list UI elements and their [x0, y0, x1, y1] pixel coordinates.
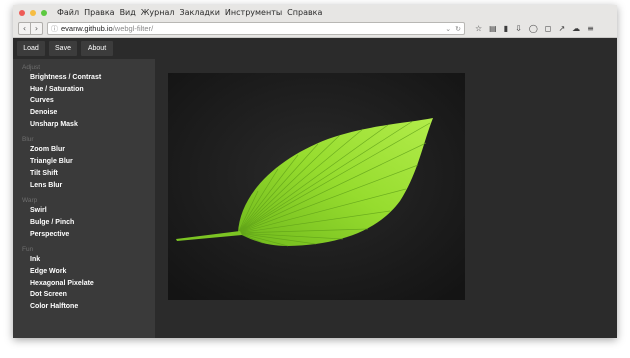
browser-window: Файл Правка Вид Журнал Закладки Инструме… [13, 5, 617, 338]
history-buttons: ‹ › [18, 22, 43, 35]
category-blur: Blur Zoom Blur Triangle Blur Tilt Shift … [13, 135, 155, 191]
window-controls [19, 9, 47, 16]
category-label: Blur [22, 136, 34, 144]
filter-color-halftone[interactable]: Color Halftone [30, 301, 155, 313]
filter-swirl[interactable]: Swirl [30, 205, 155, 217]
category-label: Fun [22, 246, 34, 254]
page-info-icon[interactable]: ⓘ [51, 24, 58, 34]
filter-lens-blur[interactable]: Lens Blur [30, 180, 155, 192]
url-path: /webgl-filter/ [112, 24, 154, 33]
filter-ink[interactable]: Ink [30, 254, 155, 266]
navigation-toolbar: ‹ › ⓘ evanw.github.io/webgl-filter/ ⌄ ↻ … [13, 20, 617, 38]
menu-tools[interactable]: Инструменты [225, 8, 282, 17]
close-window-icon[interactable] [19, 9, 25, 16]
filter-dot-screen[interactable]: Dot Screen [30, 289, 155, 301]
menu-file[interactable]: Файл [57, 8, 79, 17]
home-icon[interactable]: ◯ [529, 24, 538, 33]
menu-history[interactable]: Журнал [141, 8, 175, 17]
filter-perspective[interactable]: Perspective [30, 229, 155, 241]
filter-tilt-shift[interactable]: Tilt Shift [30, 168, 155, 180]
filter-curves[interactable]: Curves [30, 95, 155, 107]
menu-bar: Файл Правка Вид Журнал Закладки Инструме… [13, 5, 617, 20]
menu-edit[interactable]: Правка [84, 8, 114, 17]
maximize-window-icon[interactable] [41, 9, 47, 16]
category-label: Adjust [22, 64, 41, 71]
extension-icon[interactable]: ☁ [572, 24, 580, 33]
address-bar-actions: ⌄ ↻ [445, 25, 461, 33]
screenshot-icon[interactable]: ◻ [545, 24, 552, 33]
download-icon[interactable]: ⇩ [515, 24, 522, 33]
filter-denoise[interactable]: Denoise [30, 107, 155, 119]
hamburger-menu-icon[interactable]: ≡ [587, 24, 594, 33]
filter-bulge-pinch[interactable]: Bulge / Pinch [30, 217, 155, 229]
bookmark-star-icon[interactable]: ☆ [475, 24, 482, 33]
category-adjust: Adjust Brightness / Contrast Hue / Satur… [13, 63, 155, 130]
back-button[interactable]: ‹ [18, 22, 31, 35]
forward-button[interactable]: › [31, 22, 43, 35]
save-button[interactable]: Save [49, 41, 77, 56]
origami-leaf-image [168, 73, 465, 300]
filter-brightness-contrast[interactable]: Brightness / Contrast [30, 72, 155, 84]
address-bar[interactable]: ⓘ evanw.github.io/webgl-filter/ ⌄ ↻ [47, 22, 465, 35]
url-host: evanw.github.io [61, 24, 113, 33]
share-icon[interactable]: ↗ [558, 24, 565, 33]
load-button[interactable]: Load [17, 41, 45, 56]
filter-zoom-blur[interactable]: Zoom Blur [30, 144, 155, 156]
reading-list-icon[interactable]: ▤ [489, 24, 497, 33]
filter-unsharp-mask[interactable]: Unsharp Mask [30, 119, 155, 131]
filter-edge-work[interactable]: Edge Work [30, 266, 155, 278]
filter-hue-saturation[interactable]: Hue / Saturation [30, 84, 155, 96]
dropdown-arrow-icon[interactable]: ⌄ [445, 25, 451, 33]
reload-icon[interactable]: ↻ [455, 25, 461, 33]
category-fun: Fun Ink Edge Work Hexagonal Pixelate Dot… [13, 245, 155, 312]
menu-bookmarks[interactable]: Закладки [179, 8, 219, 17]
canvas-area [155, 59, 617, 338]
minimize-window-icon[interactable] [30, 9, 36, 16]
pocket-icon[interactable]: ▮ [504, 24, 508, 33]
chevron-left-icon: ‹ [22, 23, 27, 33]
menu-help[interactable]: Справка [287, 8, 322, 17]
filter-triangle-blur[interactable]: Triangle Blur [30, 156, 155, 168]
app-toolbar: Load Save About [13, 38, 617, 59]
category-warp: Warp Swirl Bulge / Pinch Perspective [13, 196, 155, 240]
image-canvas[interactable] [168, 73, 465, 300]
chevron-right-icon: › [34, 23, 39, 33]
menu-view[interactable]: Вид [120, 8, 136, 17]
about-button[interactable]: About [81, 41, 113, 56]
browser-toolbar-icons: ☆ ▤ ▮ ⇩ ◯ ◻ ↗ ☁ ≡ [475, 24, 594, 33]
filter-sidebar: Adjust Brightness / Contrast Hue / Satur… [13, 59, 155, 338]
filter-hexagonal-pixelate[interactable]: Hexagonal Pixelate [30, 278, 155, 290]
category-label: Warp [22, 197, 38, 205]
